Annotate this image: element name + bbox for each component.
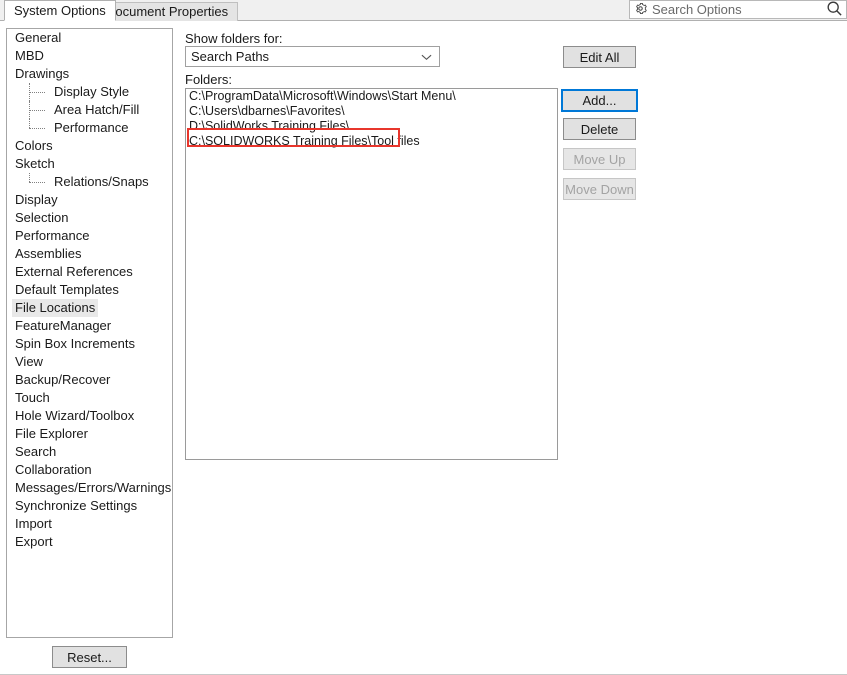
sidebar-item-label: Backup/Recover <box>15 372 111 387</box>
gear-icon <box>634 2 647 18</box>
sidebar-item-label: Sketch <box>15 156 55 171</box>
sidebar-item-colors[interactable]: Colors <box>7 137 172 155</box>
sidebar-item-drawings[interactable]: Drawings <box>7 65 172 83</box>
sidebar-item-label: Export <box>15 534 53 549</box>
sidebar-item-label: FeatureManager <box>15 318 112 333</box>
sidebar-item-spin-box-increments[interactable]: Spin Box Increments <box>7 335 172 353</box>
folder-list-item[interactable]: D:\SolidWorks Training Files\ <box>186 119 557 134</box>
reset-button[interactable]: Reset... <box>52 646 127 668</box>
sidebar-item-file-explorer[interactable]: File Explorer <box>7 425 172 443</box>
move-up-button: Move Up <box>563 148 636 170</box>
sidebar-item-view[interactable]: View <box>7 353 172 371</box>
sidebar-item-label: File Locations <box>12 299 99 317</box>
sidebar-item-backup-recover[interactable]: Backup/Recover <box>7 371 172 389</box>
move-down-button: Move Down <box>563 178 636 200</box>
sidebar-item-label: Drawings <box>15 66 70 81</box>
sidebar-item-label: Spin Box Increments <box>15 336 135 351</box>
sidebar-item-label: Assemblies <box>15 246 82 261</box>
sidebar-item-label: Default Templates <box>15 282 119 297</box>
folder-list-item[interactable]: C:\SOLIDWORKS Training Files\Tool files <box>186 134 557 149</box>
dropdown-selected-value: Search Paths <box>191 49 270 64</box>
sidebar-item-label: Search <box>15 444 57 459</box>
sidebar-item-touch[interactable]: Touch <box>7 389 172 407</box>
sidebar-item-label: Hole Wizard/Toolbox <box>15 408 135 423</box>
sidebar-item-label: Display Style <box>54 84 130 99</box>
sidebar-item-messages-errors-warnings[interactable]: Messages/Errors/Warnings <box>7 479 172 497</box>
sidebar-item-featuremanager[interactable]: FeatureManager <box>7 317 172 335</box>
sidebar-item-area-hatch-fill[interactable]: Area Hatch/Fill <box>7 101 172 119</box>
sidebar-item-display[interactable]: Display <box>7 191 172 209</box>
sidebar-item-external-references[interactable]: External References <box>7 263 172 281</box>
sidebar-item-label: Import <box>15 516 52 531</box>
sidebar-item-general[interactable]: General <box>7 29 172 47</box>
sidebar-item-label: Display <box>15 192 58 207</box>
sidebar-item-label: View <box>15 354 43 369</box>
sidebar-item-label: Performance <box>54 120 129 135</box>
sidebar-item-file-locations[interactable]: File Locations <box>7 299 172 317</box>
sidebar-item-label: External References <box>15 264 133 279</box>
folder-list-item[interactable]: C:\Users\dbarnes\Favorites\ <box>186 104 557 119</box>
sidebar-item-label: Selection <box>15 210 69 225</box>
sidebar-item-synchronize-settings[interactable]: Synchronize Settings <box>7 497 172 515</box>
sidebar-item-label: Relations/Snaps <box>54 174 149 189</box>
sidebar-item-performance[interactable]: Performance <box>7 119 172 137</box>
sidebar-item-label: Colors <box>15 138 53 153</box>
tab-system-options[interactable]: System Options <box>4 0 116 21</box>
sidebar-item-hole-wizard-toolbox[interactable]: Hole Wizard/Toolbox <box>7 407 172 425</box>
sidebar-item-label: Touch <box>15 390 50 405</box>
options-category-tree[interactable]: General MBD Drawings Display Style Area Hatc… <box>6 28 173 638</box>
tab-document-properties[interactable]: Document Properties <box>96 2 239 21</box>
edit-all-button[interactable]: Edit All <box>563 46 636 68</box>
sidebar-item-label: MBD <box>15 48 44 63</box>
sidebar-item-label: Collaboration <box>15 462 92 477</box>
sidebar-item-label: General <box>15 30 62 45</box>
sidebar-item-export[interactable]: Export <box>7 533 172 551</box>
sidebar-item-label: Messages/Errors/Warnings <box>15 480 172 495</box>
sidebar-item-assemblies[interactable]: Assemblies <box>7 245 172 263</box>
sidebar-item-label: Performance <box>15 228 90 243</box>
folder-list-item[interactable]: C:\ProgramData\Microsoft\Windows\Start M… <box>186 89 557 104</box>
sidebar-item-display-style[interactable]: Display Style <box>7 83 172 101</box>
search-options-placeholder: Search Options <box>652 2 742 17</box>
search-options-field[interactable]: Search Options <box>629 0 847 19</box>
sidebar-item-mbd[interactable]: MBD <box>7 47 172 65</box>
sidebar-item-label: Area Hatch/Fill <box>54 102 140 117</box>
add-button[interactable]: Add... <box>561 89 638 112</box>
chevron-down-icon <box>421 49 432 64</box>
search-icon[interactable] <box>826 0 843 20</box>
folders-list[interactable]: C:\ProgramData\Microsoft\Windows\Start M… <box>185 88 558 460</box>
delete-button[interactable]: Delete <box>563 118 636 140</box>
folders-label: Folders: <box>185 72 232 87</box>
sidebar-item-label: File Explorer <box>15 426 88 441</box>
sidebar-item-label: Synchronize Settings <box>15 498 138 513</box>
sidebar-item-sketch[interactable]: Sketch <box>7 155 172 173</box>
show-folders-for-label: Show folders for: <box>185 31 283 46</box>
sidebar-item-import[interactable]: Import <box>7 515 172 533</box>
sidebar-item-collaboration[interactable]: Collaboration <box>7 461 172 479</box>
sidebar-item-default-templates[interactable]: Default Templates <box>7 281 172 299</box>
sidebar-item-performance[interactable]: Performance <box>7 227 172 245</box>
sidebar-item-selection[interactable]: Selection <box>7 209 172 227</box>
sidebar-item-search[interactable]: Search <box>7 443 172 461</box>
sidebar-item-relations-snaps[interactable]: Relations/Snaps <box>7 173 172 191</box>
show-folders-for-dropdown[interactable]: Search Paths <box>185 46 440 67</box>
